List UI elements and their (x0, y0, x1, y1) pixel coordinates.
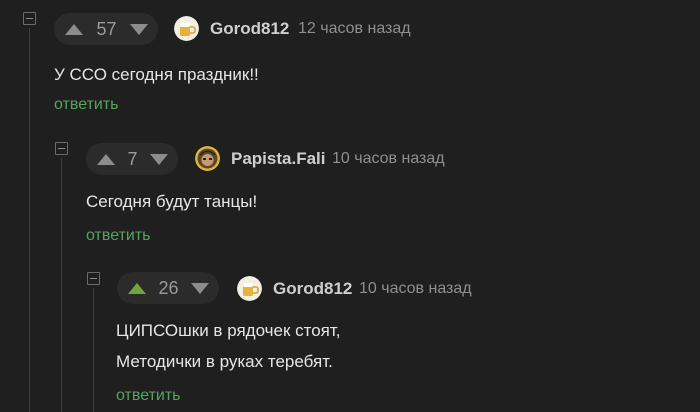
reply-link[interactable]: ответить (54, 96, 119, 114)
vote-box: 7 (86, 143, 178, 175)
author-name[interactable]: Gorod812 (273, 279, 352, 299)
comment-text-line: ЦИПСОшки в рядочек стоят, (116, 321, 341, 340)
collapse-button[interactable] (23, 12, 36, 25)
thread-line (93, 288, 94, 412)
vote-box: 57 (54, 13, 158, 45)
comment-text: Сегодня будут танцы! (86, 192, 258, 211)
comment-text-line: Методички в руках теребят. (116, 352, 333, 371)
rating-count: 57 (96, 18, 117, 39)
author-name[interactable]: Papista.Fali (231, 149, 325, 169)
thread-line (61, 158, 62, 412)
vote-box: 26 (117, 272, 219, 304)
reply-link[interactable]: ответить (86, 227, 151, 245)
comment-time: 10 часов назад (359, 280, 472, 297)
reply-link[interactable]: ответить (116, 387, 181, 405)
comment-text: У ССО сегодня праздник!! (54, 65, 259, 84)
rating-count: 7 (127, 148, 138, 169)
upvote-icon[interactable] (97, 153, 115, 165)
thread-line (29, 28, 30, 412)
character-portrait-icon[interactable] (195, 146, 220, 171)
upvote-icon[interactable] (65, 23, 83, 35)
collapse-button[interactable] (55, 142, 68, 155)
comment-thread: 57 Gorod812 12 часов назад У ССО сегодня… (0, 0, 700, 412)
comment-time: 10 часов назад (332, 150, 445, 167)
beer-mug-icon[interactable] (237, 276, 262, 301)
author-name[interactable]: Gorod812 (210, 19, 289, 39)
beer-mug-icon[interactable] (174, 16, 199, 41)
rating-count: 26 (158, 277, 179, 298)
collapse-button[interactable] (87, 272, 100, 285)
downvote-icon[interactable] (130, 23, 148, 35)
comment-time: 12 часов назад (298, 20, 411, 37)
downvote-icon[interactable] (191, 282, 209, 294)
upvote-icon[interactable] (128, 282, 146, 294)
downvote-icon[interactable] (149, 153, 168, 165)
